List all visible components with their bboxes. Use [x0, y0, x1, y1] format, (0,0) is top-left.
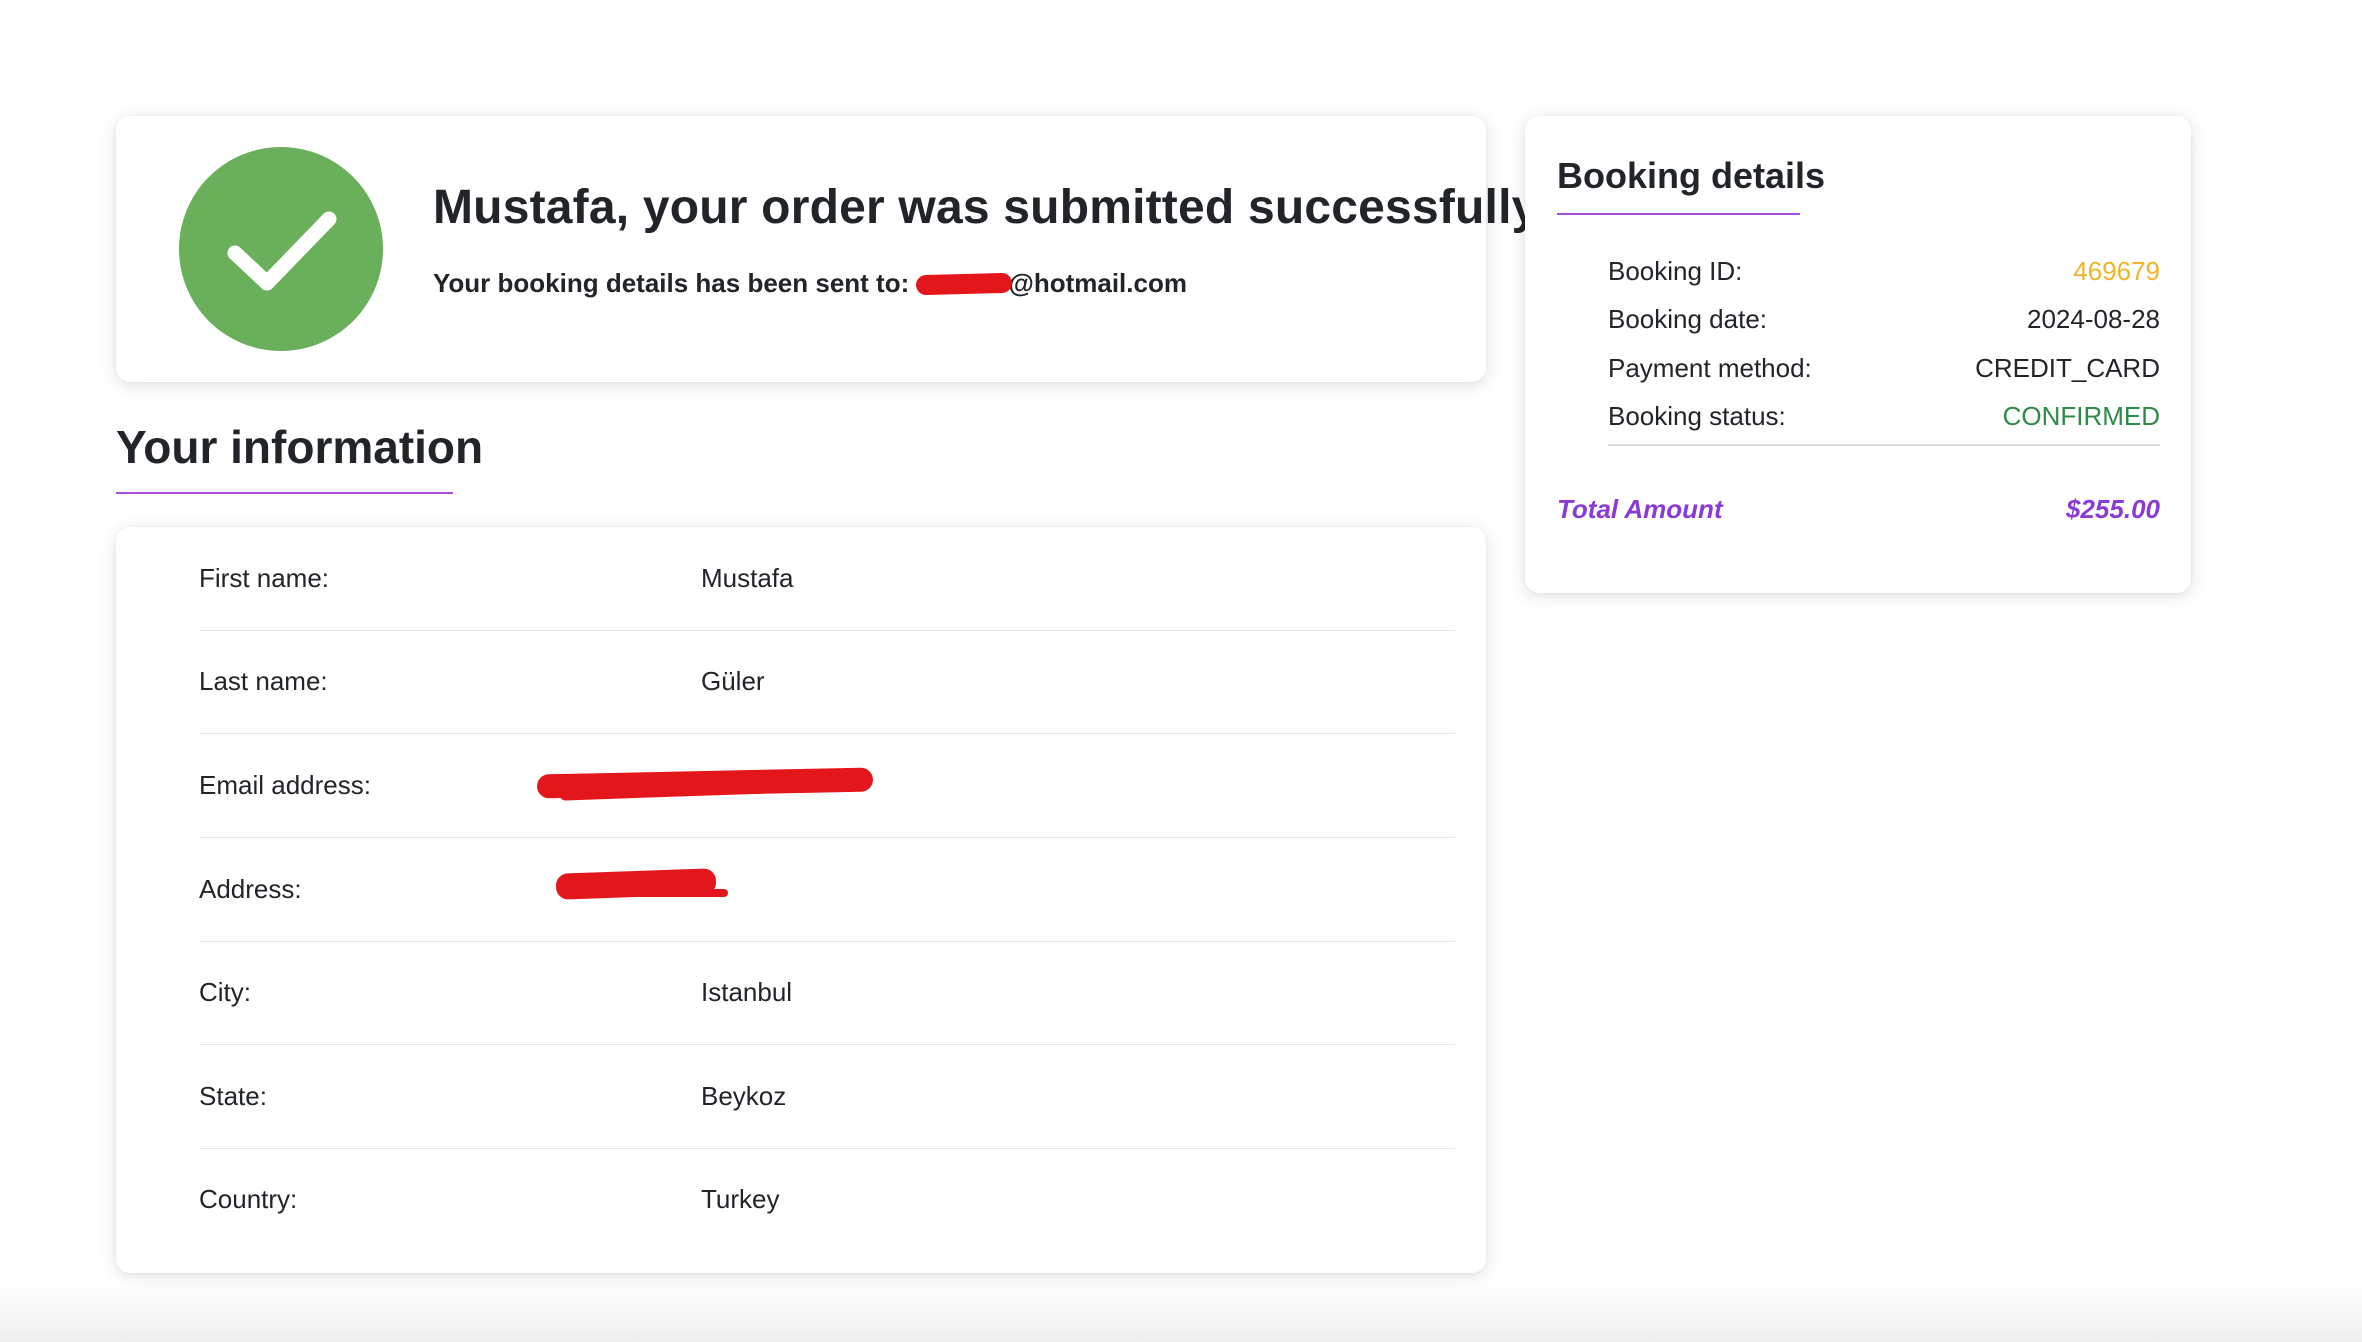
booking-date-value: 2024-08-28: [2027, 304, 2160, 334]
booking-details-title: Booking details: [1557, 155, 1826, 196]
your-information-heading: Your information: [116, 421, 484, 473]
booking-status-label: Booking status:: [1608, 401, 1786, 431]
info-row-country: Country: Turkey: [199, 1148, 1455, 1251]
booking-status-row: Booking status: CONFIRMED: [1608, 401, 2160, 441]
info-value: Istanbul: [701, 977, 793, 1007]
your-information-underline: [116, 492, 453, 494]
payment-method-label: Payment method:: [1608, 353, 1812, 383]
info-row-city: City: Istanbul: [199, 941, 1455, 1045]
booking-date-row: Booking date: 2024-08-28: [1608, 304, 2160, 344]
info-value: Mustafa: [701, 563, 794, 593]
info-row-last-name: Last name: Güler: [199, 630, 1455, 734]
booking-details-underline: [1557, 213, 1800, 215]
info-label: Country:: [199, 1184, 298, 1214]
info-label: Email address:: [199, 770, 371, 800]
booking-id-value: 469679: [2073, 256, 2160, 286]
bottom-shadow: [0, 1282, 2362, 1342]
total-amount-value: $255.00: [2066, 494, 2160, 524]
info-value: Turkey: [701, 1184, 780, 1214]
info-value: Beykoz: [701, 1081, 787, 1111]
success-email-domain: @hotmail.com: [1008, 268, 1187, 298]
payment-method-row: Payment method: CREDIT_CARD: [1608, 353, 2160, 393]
success-subtitle-text: Your booking details has been sent to:: [433, 268, 917, 298]
success-card: Mustafa, your order was submitted succes…: [116, 116, 1555, 382]
info-label: City:: [199, 977, 251, 1007]
redacted-address-mark: [572, 889, 728, 897]
total-amount-label: Total Amount: [1557, 494, 1723, 524]
booking-id-label: Booking ID:: [1608, 256, 1743, 286]
info-row-state: State: Beykoz: [199, 1045, 1455, 1149]
success-title: Mustafa, your order was submitted succes…: [433, 181, 1555, 234]
info-value: Güler: [701, 666, 765, 696]
booking-details-card: Booking details Booking ID: 469679 Booki…: [1525, 116, 2191, 593]
booking-date-label: Booking date:: [1608, 304, 1768, 334]
booking-divider: [1608, 444, 2160, 446]
info-row-first-name: First name: Mustafa: [199, 527, 1455, 631]
info-row-address: Address:: [199, 838, 1455, 942]
booking-id-row: Booking ID: 469679: [1608, 256, 2160, 296]
payment-method-value: CREDIT_CARD: [1975, 353, 2160, 383]
redacted-email-mark: [916, 272, 1013, 296]
booking-status-badge: CONFIRMED: [2002, 401, 2160, 431]
success-check-badge: [179, 147, 383, 351]
check-icon: [227, 211, 337, 291]
info-label: Address:: [199, 874, 302, 904]
info-label: State:: [199, 1081, 267, 1111]
information-card: First name: Mustafa Last name: Güler Ema…: [116, 527, 1486, 1273]
info-label: Last name:: [199, 666, 328, 696]
booking-confirmation-page: Mustafa, your order was submitted succes…: [0, 0, 2362, 1342]
info-label: First name:: [199, 563, 330, 593]
success-subtitle: Your booking details has been sent to: @…: [433, 268, 1187, 299]
